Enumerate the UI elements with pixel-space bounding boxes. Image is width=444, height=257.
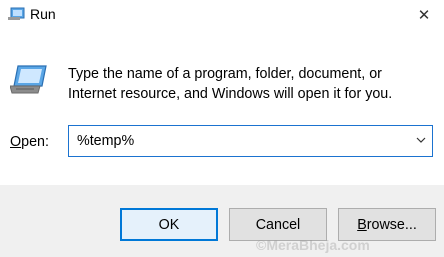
dialog-description: Type the name of a program, folder, docu… bbox=[68, 66, 393, 102]
close-icon: ✕ bbox=[417, 7, 431, 24]
window-title: Run bbox=[30, 6, 56, 22]
title-bar[interactable]: Run ✕ bbox=[0, 0, 444, 30]
open-combobox[interactable] bbox=[68, 125, 433, 157]
watermark: ©MeraBheja.com bbox=[256, 237, 370, 253]
run-app-icon bbox=[8, 7, 25, 20]
open-label: Open: bbox=[10, 134, 49, 150]
run-dialog-icon bbox=[10, 65, 47, 94]
chevron-down-icon[interactable] bbox=[416, 136, 426, 144]
open-input[interactable] bbox=[69, 126, 399, 156]
ok-button[interactable]: OK bbox=[120, 208, 218, 241]
close-button[interactable]: ✕ bbox=[404, 0, 444, 30]
